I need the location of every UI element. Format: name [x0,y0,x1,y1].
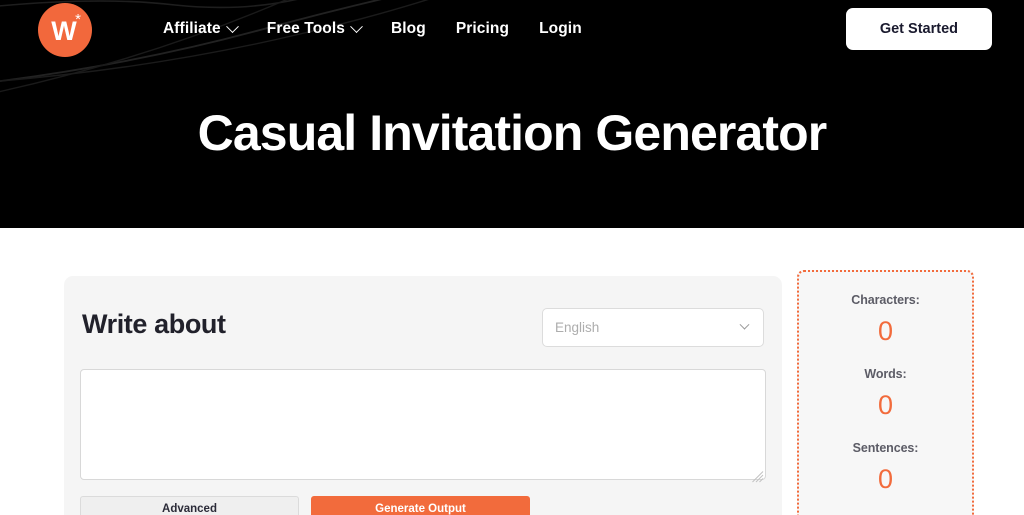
chevron-down-icon [350,19,363,33]
nav-item-blog[interactable]: Blog [391,20,426,38]
nav-links: Affiliate Free Tools Blog Pricing Login [163,19,582,38]
page-title: Casual Invitation Generator [197,105,828,161]
site-header: W * Affiliate Free Tools Blog Pricing Lo… [0,0,1024,228]
characters-value: 0 [877,316,894,346]
words-value: 0 [877,390,894,420]
navbar: W * Affiliate Free Tools Blog Pricing Lo… [0,0,1024,58]
nav-item-free-tools[interactable]: Free Tools [266,19,363,38]
sentences-label: Sentences: [852,441,919,455]
nav-item-label: Free Tools [266,20,345,37]
nav-item-label: Login [539,20,582,37]
card-header: Write about English [80,302,766,347]
write-about-input[interactable] [80,369,766,480]
nav-item-pricing[interactable]: Pricing [456,20,509,38]
page-root: W * Affiliate Free Tools Blog Pricing Lo… [0,0,1024,515]
textarea-wrapper [80,347,766,485]
write-about-card: Write about English Advanced Generate Ou… [64,276,782,515]
chevron-down-icon [739,319,750,330]
chevron-down-icon [225,19,239,33]
main-content: Write about English Advanced Generate Ou… [0,228,1024,515]
advanced-button[interactable]: Advanced [80,496,299,515]
get-started-button[interactable]: Get Started [845,8,992,50]
nav-item-label: Blog [390,20,426,37]
sentences-value: 0 [877,464,894,494]
logo-letter: W [51,15,77,46]
nav-item-label: Pricing [455,20,510,37]
card-title: Write about [82,309,226,339]
language-select[interactable]: English [542,308,764,347]
nav-item-login[interactable]: Login [539,20,582,38]
characters-label: Characters: [851,293,920,307]
words-label: Words: [864,367,907,381]
language-select-value: English [555,320,600,335]
nav-item-affiliate[interactable]: Affiliate [163,19,239,38]
logo[interactable]: W * [38,3,92,57]
generate-output-button[interactable]: Generate Output [311,496,530,515]
card-actions: Advanced Generate Output [80,496,766,515]
stats-panel: Characters: 0 Words: 0 Sentences: 0 [797,270,974,515]
nav-item-label: Affiliate [163,20,221,37]
logo-star-icon: * [75,11,81,28]
